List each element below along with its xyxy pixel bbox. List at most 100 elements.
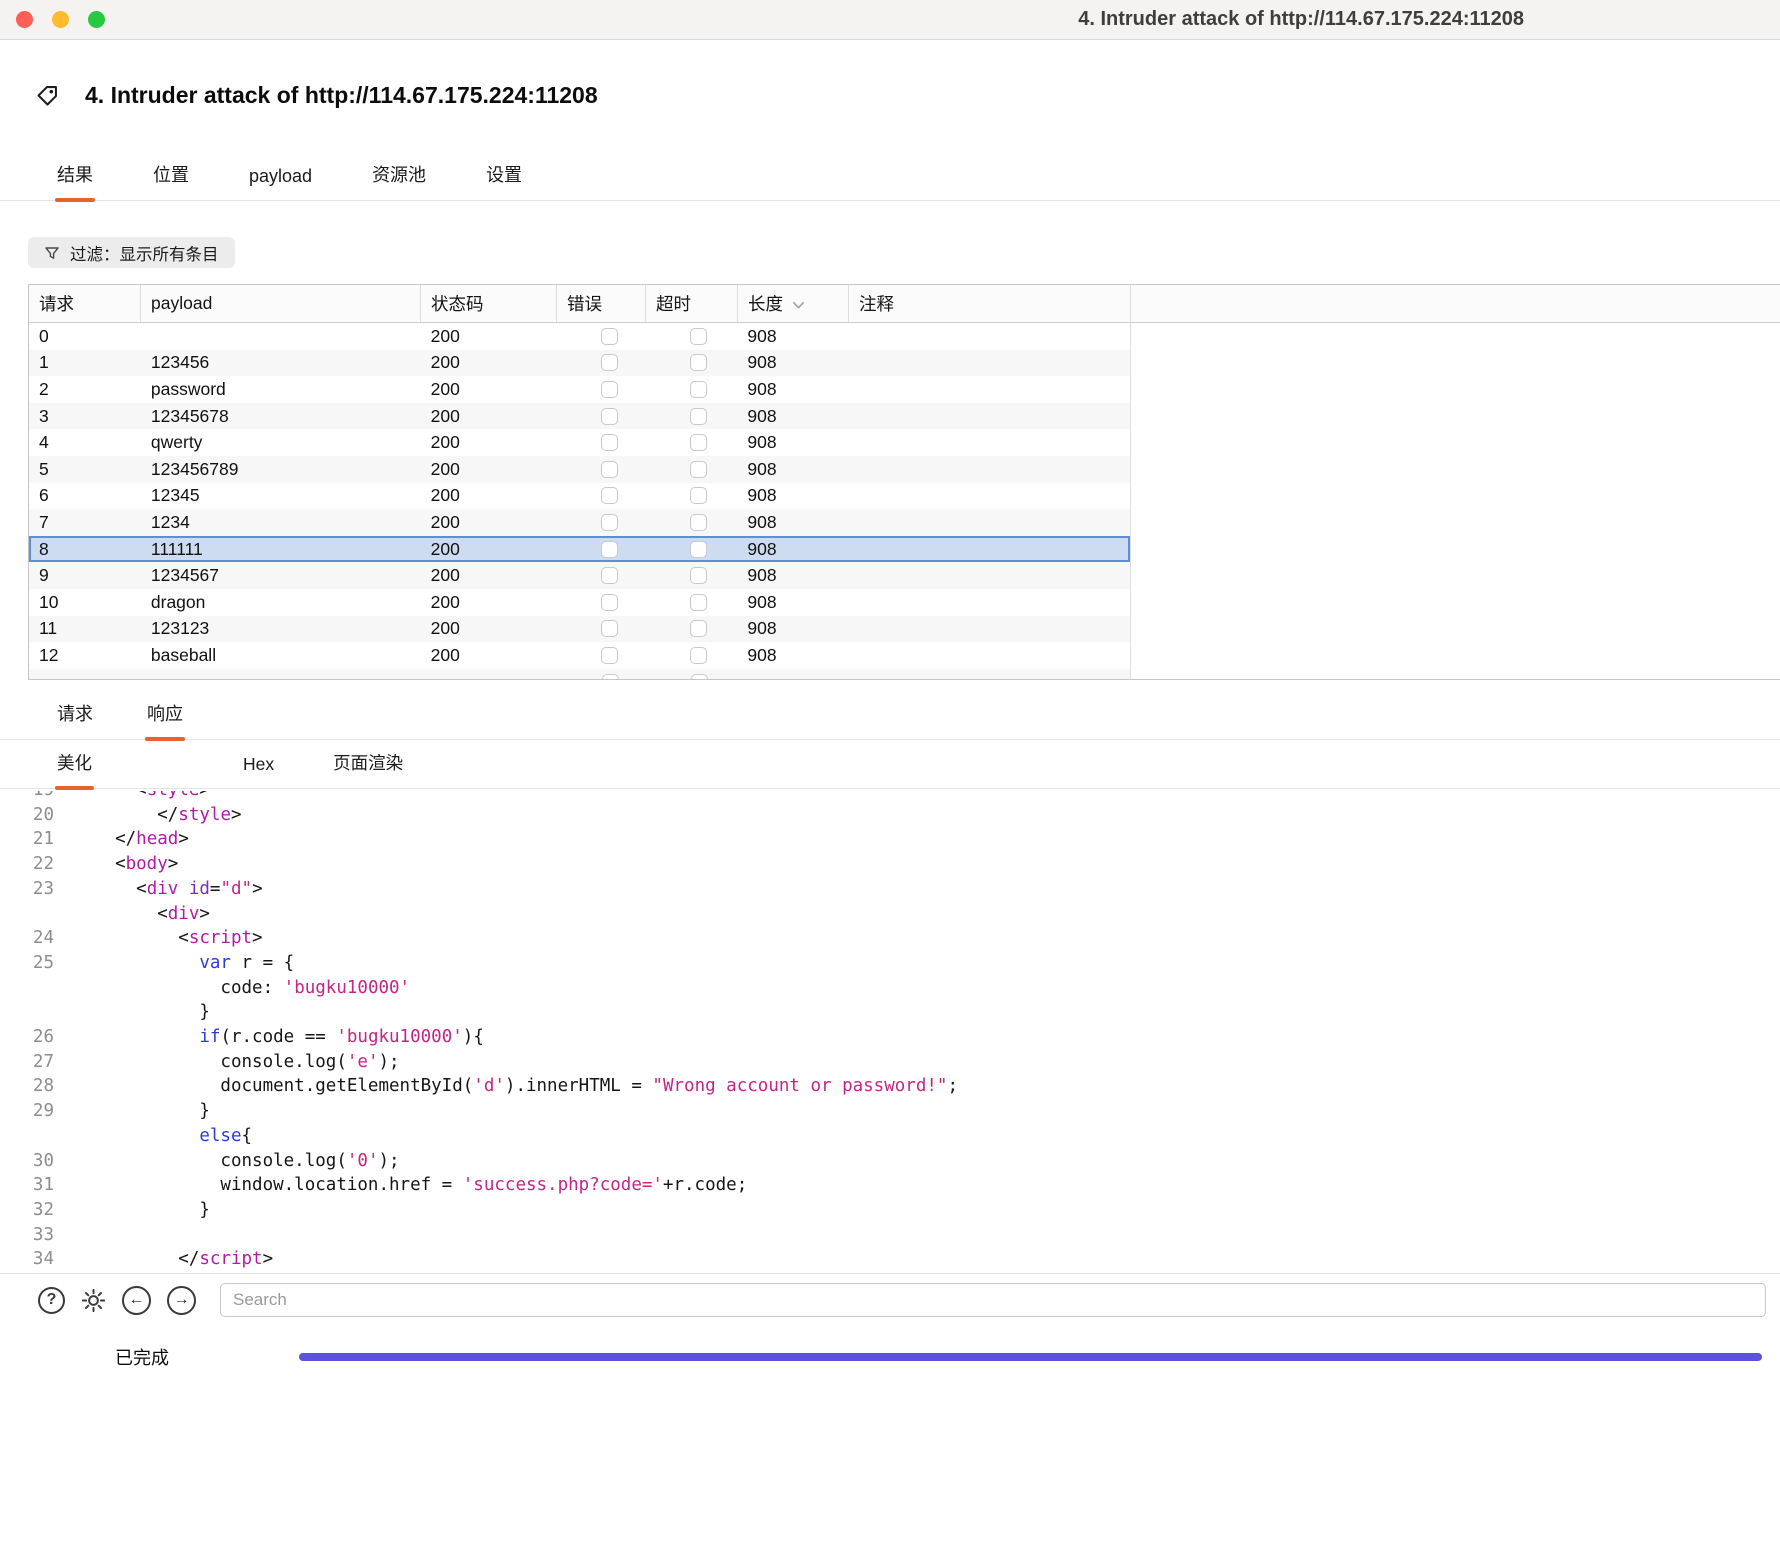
- code-line-content: }: [94, 1101, 210, 1122]
- result-row[interactable]: 3 12345678 200 908: [29, 402, 1130, 430]
- column-header-payload[interactable]: payload: [141, 285, 421, 322]
- timeout-cell: [645, 483, 737, 510]
- error-checkbox[interactable]: [601, 380, 619, 398]
- tab-settings[interactable]: 设置: [484, 151, 524, 200]
- search-input[interactable]: [220, 1283, 1766, 1317]
- tab-render[interactable]: 页面渲染: [331, 740, 405, 788]
- payload-cell: [141, 323, 421, 350]
- timeout-checkbox[interactable]: [690, 434, 708, 452]
- result-row[interactable]: 11 123123 200 908: [29, 615, 1130, 643]
- error-cell: [556, 616, 645, 643]
- timeout-checkbox[interactable]: [690, 380, 708, 398]
- result-row[interactable]: 6 12345 200 908: [29, 483, 1130, 510]
- error-checkbox[interactable]: [601, 407, 619, 425]
- error-checkbox[interactable]: [601, 487, 619, 505]
- length-cell: 908: [747, 432, 777, 453]
- tab-response[interactable]: 响应: [145, 690, 185, 741]
- result-row[interactable]: 8 111111 200 908: [29, 535, 1130, 563]
- timeout-checkbox[interactable]: [690, 567, 708, 585]
- column-header-error[interactable]: 错误: [557, 285, 646, 322]
- timeout-checkbox[interactable]: [690, 540, 708, 558]
- settings-gear-icon[interactable]: [81, 1288, 106, 1313]
- timeout-checkbox[interactable]: [690, 646, 708, 664]
- error-checkbox[interactable]: [601, 540, 619, 558]
- timeout-cell: [645, 642, 737, 669]
- tab-request[interactable]: 请求: [55, 690, 95, 739]
- line-number: 25: [32, 952, 54, 973]
- result-row[interactable]: 10 dragon 200 908: [29, 589, 1130, 616]
- error-cell: [556, 350, 645, 377]
- tab-results[interactable]: 结果: [55, 151, 95, 202]
- timeout-checkbox[interactable]: [690, 593, 708, 611]
- result-row[interactable]: 5 123456789 200 908: [29, 455, 1130, 483]
- error-checkbox[interactable]: [601, 513, 619, 531]
- code-line-content: }: [94, 1002, 210, 1023]
- timeout-checkbox[interactable]: [690, 460, 708, 478]
- comment-cell: [848, 616, 1130, 643]
- code-line: 22 <body>: [0, 852, 1780, 877]
- timeout-checkbox[interactable]: [691, 673, 708, 679]
- help-icon[interactable]: ?: [38, 1286, 65, 1314]
- column-header-timeout[interactable]: 超时: [646, 285, 738, 322]
- status-cell: 200: [430, 511, 460, 532]
- result-row[interactable]: 9 1234567 200 908: [29, 562, 1130, 589]
- error-checkbox[interactable]: [601, 567, 619, 585]
- result-row[interactable]: 0 200 908: [29, 323, 1130, 350]
- error-checkbox[interactable]: [601, 354, 619, 372]
- tab-hex[interactable]: Hex: [241, 744, 276, 788]
- timeout-checkbox[interactable]: [690, 620, 708, 638]
- timeout-checkbox[interactable]: [690, 354, 708, 372]
- tab-positions[interactable]: 位置: [151, 151, 191, 200]
- prev-match-button[interactable]: ←: [122, 1285, 151, 1315]
- code-line: }: [0, 1000, 1780, 1025]
- error-cell: [556, 589, 645, 616]
- length-cell: 908: [747, 644, 777, 665]
- result-row[interactable]: 12 baseball 200 908: [29, 642, 1130, 669]
- code-line-content: </script>: [94, 1249, 274, 1270]
- timeout-checkbox[interactable]: [690, 407, 708, 425]
- code-line: 21 </head>: [0, 827, 1780, 852]
- table-body: 0 200 908 1 123456 200 908 2 password 200 908 3 1234…: [29, 323, 1780, 679]
- error-checkbox[interactable]: [601, 327, 619, 345]
- column-header-status[interactable]: 状态码: [421, 285, 557, 322]
- tab-resource-pool[interactable]: 资源池: [370, 151, 428, 200]
- tab-payloads[interactable]: payload: [247, 156, 314, 200]
- response-code-view[interactable]: 19 <style>20 </style>21 </head>22 <body>…: [0, 791, 1780, 1273]
- request-cell: 9: [39, 565, 49, 586]
- line-number: 30: [32, 1150, 54, 1171]
- code-line: 29 }: [0, 1099, 1780, 1124]
- code-line-content: <div id="d">: [94, 878, 263, 899]
- code-line: 19 <style>: [0, 791, 1780, 803]
- error-checkbox[interactable]: [601, 646, 619, 664]
- window-controls: [16, 11, 105, 28]
- next-match-button[interactable]: →: [167, 1285, 196, 1315]
- table-body-block: 0 200 908 1 123456 200 908 2 password 200 908 3 1234…: [29, 323, 1131, 679]
- error-checkbox[interactable]: [601, 434, 619, 452]
- error-checkbox[interactable]: [601, 593, 619, 611]
- result-row[interactable]: 1 123456 200 908: [29, 349, 1130, 377]
- result-row[interactable]: 2 password 200 908: [29, 376, 1130, 403]
- error-cell: [556, 323, 645, 350]
- result-row[interactable]: 4 qwerty 200 908: [29, 429, 1130, 456]
- comment-cell: [848, 536, 1130, 563]
- code-line-content: console.log('0');: [94, 1150, 400, 1171]
- timeout-checkbox[interactable]: [690, 487, 708, 505]
- result-row[interactable]: 7 1234 200 908: [29, 509, 1130, 536]
- column-header-comment[interactable]: 注释: [849, 285, 1131, 322]
- error-cell: [556, 642, 645, 669]
- error-checkbox[interactable]: [601, 620, 619, 638]
- minimize-button[interactable]: [52, 11, 69, 28]
- error-checkbox[interactable]: [602, 673, 619, 679]
- zoom-button[interactable]: [88, 11, 105, 28]
- line-number: [0, 976, 54, 1001]
- timeout-checkbox[interactable]: [690, 327, 708, 345]
- error-checkbox[interactable]: [601, 460, 619, 478]
- filter-button[interactable]: 过滤：显示所有条目: [28, 237, 235, 268]
- close-button[interactable]: [16, 11, 33, 28]
- timeout-checkbox[interactable]: [690, 513, 708, 531]
- line-number: 21: [32, 829, 54, 850]
- column-header-length[interactable]: 长度: [738, 285, 849, 322]
- error-cell: [556, 376, 645, 403]
- column-header-request[interactable]: 请求: [29, 285, 141, 322]
- tab-pretty[interactable]: 美化: [55, 740, 94, 790]
